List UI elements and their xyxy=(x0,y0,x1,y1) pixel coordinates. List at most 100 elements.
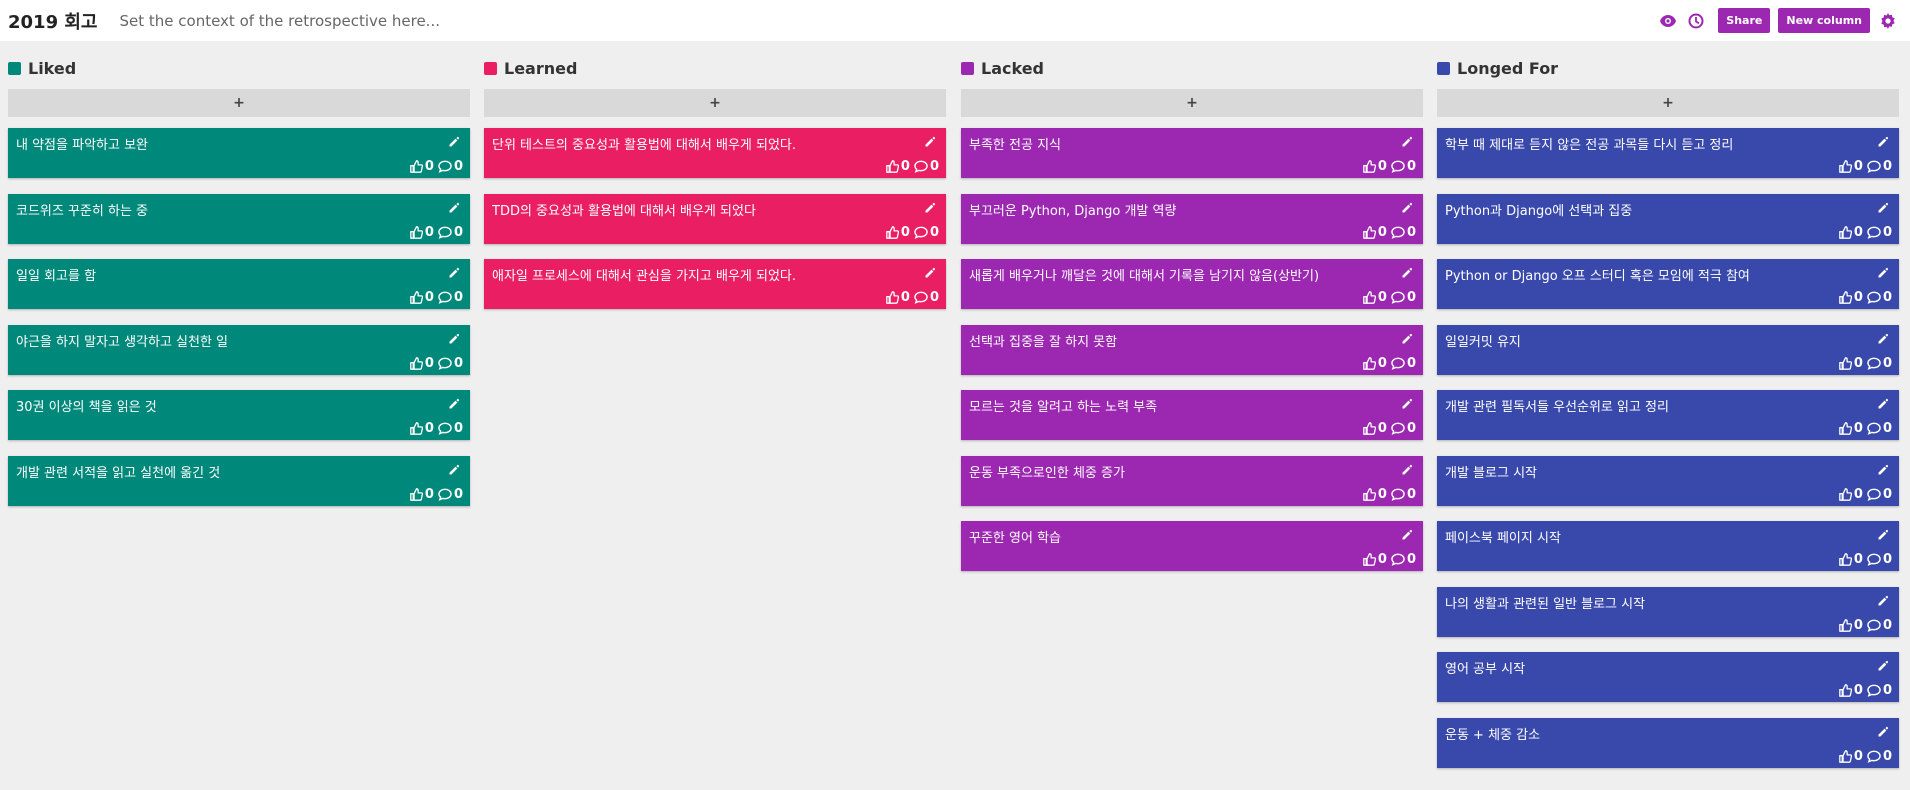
vote-button[interactable]: 0 xyxy=(410,421,434,436)
vote-button[interactable]: 0 xyxy=(410,159,434,174)
pencil-icon[interactable] xyxy=(1401,395,1415,409)
comment-button[interactable]: 0 xyxy=(1867,290,1892,305)
comment-button[interactable]: 0 xyxy=(438,356,463,371)
pencil-icon[interactable] xyxy=(1877,723,1891,737)
comment-button[interactable]: 0 xyxy=(1867,618,1892,633)
pencil-icon[interactable] xyxy=(448,199,462,213)
card[interactable]: 운동 부족으로인한 체중 증가 0 0 xyxy=(961,455,1423,506)
pencil-icon[interactable] xyxy=(448,461,462,475)
comment-button[interactable]: 0 xyxy=(1867,159,1892,174)
comment-button[interactable]: 0 xyxy=(438,225,463,240)
add-card-button[interactable]: + xyxy=(484,89,946,117)
vote-button[interactable]: 0 xyxy=(1839,487,1863,502)
pencil-icon[interactable] xyxy=(1877,133,1891,147)
board-title[interactable]: 2019 회고 xyxy=(8,8,97,34)
comment-button[interactable]: 0 xyxy=(1867,225,1892,240)
pencil-icon[interactable] xyxy=(1401,526,1415,540)
card[interactable]: 페이스북 페이지 시작 0 0 xyxy=(1437,521,1899,571)
vote-button[interactable]: 0 xyxy=(1839,683,1863,698)
card[interactable]: 새롭게 배우거나 깨달은 것에 대해서 기록을 남기지 않음(상반기) 0 0 xyxy=(961,259,1423,309)
add-card-button[interactable]: + xyxy=(8,89,470,117)
comment-button[interactable]: 0 xyxy=(1867,487,1892,502)
comment-button[interactable]: 0 xyxy=(438,290,463,305)
card[interactable]: 일일 회고를 함00 xyxy=(8,259,470,309)
vote-button[interactable]: 0 xyxy=(1363,159,1387,174)
vote-button[interactable]: 0 xyxy=(1839,618,1863,633)
share-button[interactable]: Share xyxy=(1718,8,1771,33)
pencil-icon[interactable] xyxy=(1877,199,1891,213)
pencil-icon[interactable] xyxy=(1401,199,1415,213)
card[interactable]: 모르는 것을 알려고 하는 노력 부족 0 0 xyxy=(961,390,1423,440)
vote-button[interactable]: 0 xyxy=(1363,421,1387,436)
card[interactable]: 30권 이상의 책을 읽은 것00 xyxy=(8,390,470,440)
pencil-icon[interactable] xyxy=(1401,264,1415,278)
comment-button[interactable]: 0 xyxy=(914,290,939,305)
card[interactable]: 부끄러운 Python, Django 개발 역량 0 0 xyxy=(961,193,1423,244)
comment-button[interactable]: 0 xyxy=(1867,683,1892,698)
card[interactable]: 단위 테스트의 중요성과 활용법에 대해서 배우게 되었다. 0 0 xyxy=(484,128,946,178)
pencil-icon[interactable] xyxy=(448,395,462,409)
column-title[interactable]: Learned xyxy=(504,59,577,78)
card[interactable]: 코드위즈 꾸준히 하는 중00 xyxy=(8,193,470,244)
pencil-icon[interactable] xyxy=(1877,592,1891,606)
comment-button[interactable]: 0 xyxy=(1867,356,1892,371)
card[interactable]: 내 약점을 파악하고 보완 0 0 xyxy=(8,128,470,178)
vote-button[interactable]: 0 xyxy=(886,225,910,240)
comment-button[interactable]: 0 xyxy=(914,159,939,174)
vote-button[interactable]: 0 xyxy=(410,356,434,371)
pencil-icon[interactable] xyxy=(448,264,462,278)
pencil-icon[interactable] xyxy=(1877,330,1891,344)
pencil-icon[interactable] xyxy=(1877,526,1891,540)
card[interactable]: 학부 때 제대로 듣지 않은 전공 과목들 다시 듣고 정리 0 0 xyxy=(1437,128,1899,178)
card[interactable]: 운동 + 체중 감소 0 0 xyxy=(1437,717,1899,768)
comment-button[interactable]: 0 xyxy=(1391,552,1416,567)
comment-button[interactable]: 0 xyxy=(914,225,939,240)
card[interactable]: TDD의 중요성과 활용법에 대해서 배우게 되었다 0 0 xyxy=(484,193,946,244)
comment-button[interactable]: 0 xyxy=(1391,356,1416,371)
comment-button[interactable]: 0 xyxy=(1391,159,1416,174)
comment-button[interactable]: 0 xyxy=(1391,290,1416,305)
vote-button[interactable]: 0 xyxy=(1839,552,1863,567)
vote-button[interactable]: 0 xyxy=(1363,225,1387,240)
pencil-icon[interactable] xyxy=(1877,395,1891,409)
card[interactable]: 꾸준한 영어 학습 0 0 xyxy=(961,521,1423,571)
pencil-icon[interactable] xyxy=(1401,461,1415,475)
vote-button[interactable]: 0 xyxy=(1363,290,1387,305)
card[interactable]: 영어 공부 시작 0 0 xyxy=(1437,652,1899,702)
pencil-icon[interactable] xyxy=(448,330,462,344)
vote-button[interactable]: 0 xyxy=(1839,421,1863,436)
pencil-icon[interactable] xyxy=(1877,461,1891,475)
vote-button[interactable]: 0 xyxy=(886,290,910,305)
comment-button[interactable]: 0 xyxy=(1867,749,1892,764)
card[interactable]: 개발 블로그 시작 0 0 xyxy=(1437,455,1899,506)
vote-button[interactable]: 0 xyxy=(1839,290,1863,305)
card[interactable]: 개발 관련 서적을 읽고 실천에 옮긴 것00 xyxy=(8,455,470,506)
vote-button[interactable]: 0 xyxy=(1839,749,1863,764)
comment-button[interactable]: 0 xyxy=(1391,421,1416,436)
vote-button[interactable]: 0 xyxy=(886,159,910,174)
comment-button[interactable]: 0 xyxy=(1867,421,1892,436)
card[interactable]: 일일커밋 유지 0 0 xyxy=(1437,324,1899,375)
card[interactable]: Python or Django 오프 스터디 혹은 모임에 적극 참여 0 0 xyxy=(1437,259,1899,309)
vote-button[interactable]: 0 xyxy=(1363,487,1387,502)
new-column-button[interactable]: New column xyxy=(1778,8,1870,33)
card[interactable]: 나의 생활과 관련된 일반 블로그 시작 0 0 xyxy=(1437,586,1899,637)
pencil-icon[interactable] xyxy=(1877,264,1891,278)
pencil-icon[interactable] xyxy=(1401,133,1415,147)
card[interactable]: 부족한 전공 지식 0 0 xyxy=(961,128,1423,178)
vote-button[interactable]: 0 xyxy=(1839,225,1863,240)
column-title[interactable]: Longed For xyxy=(1457,59,1558,78)
comment-button[interactable]: 0 xyxy=(1391,487,1416,502)
gear-icon[interactable] xyxy=(1874,7,1902,35)
comment-button[interactable]: 0 xyxy=(438,159,463,174)
pencil-icon[interactable] xyxy=(924,264,938,278)
pencil-icon[interactable] xyxy=(1877,657,1891,671)
comment-button[interactable]: 0 xyxy=(1867,552,1892,567)
clock-icon[interactable] xyxy=(1682,7,1710,35)
retrospective-context-input[interactable] xyxy=(119,5,1655,36)
add-card-button[interactable]: + xyxy=(1437,89,1899,117)
column-title[interactable]: Liked xyxy=(28,59,76,78)
column-title[interactable]: Lacked xyxy=(981,59,1044,78)
eye-icon[interactable] xyxy=(1654,7,1682,35)
add-card-button[interactable]: + xyxy=(961,89,1423,117)
